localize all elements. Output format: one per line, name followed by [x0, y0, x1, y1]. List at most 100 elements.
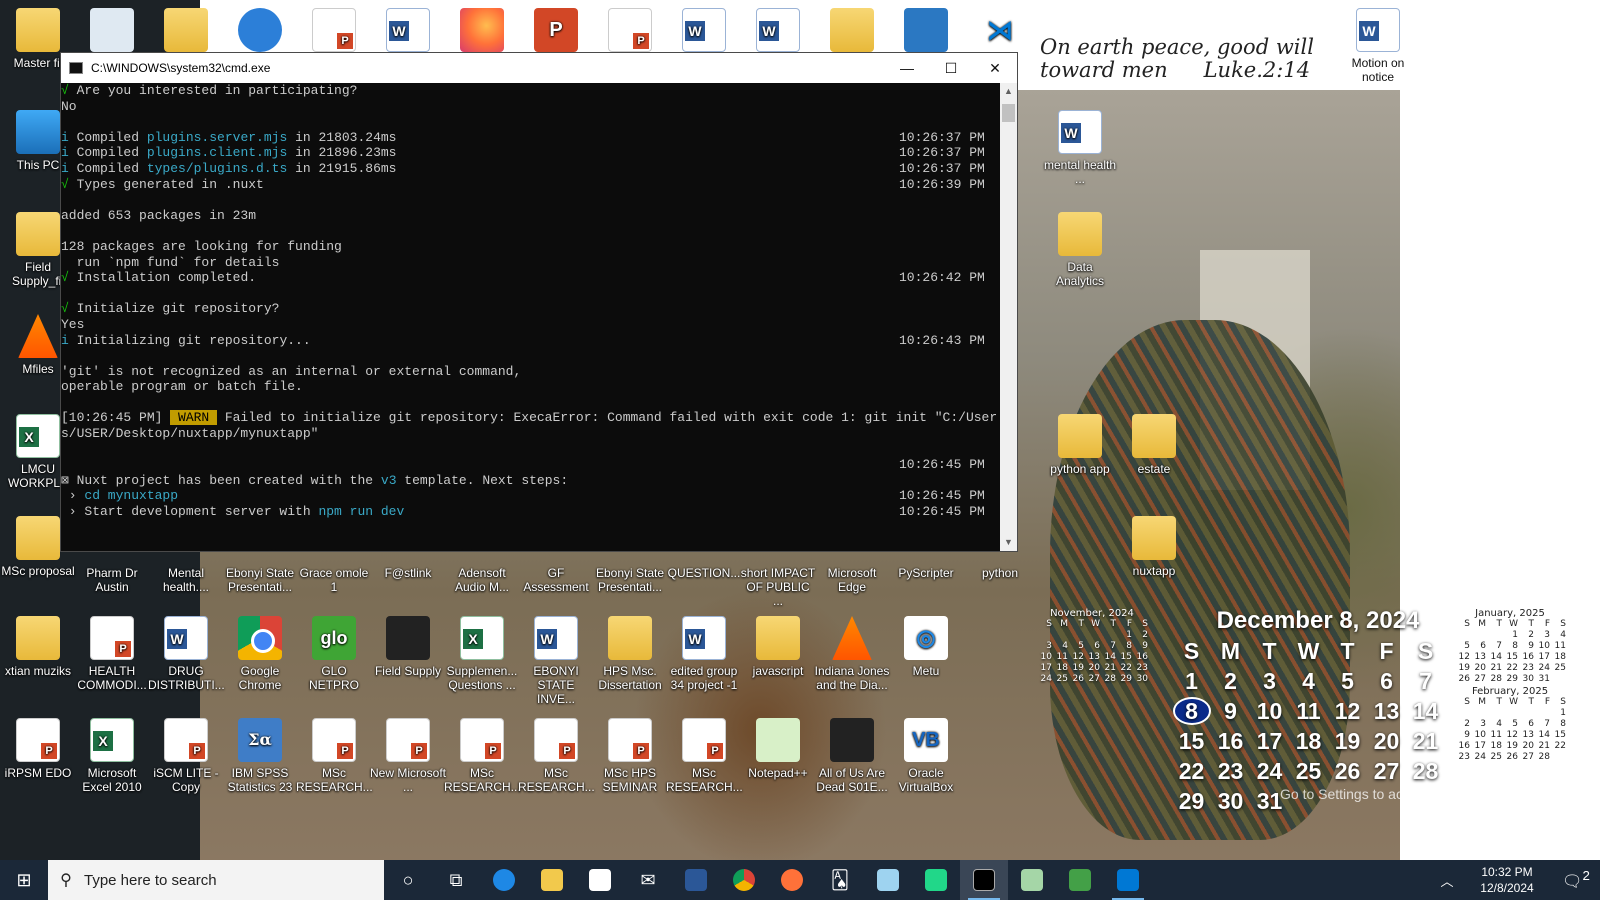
desktop-icon-xtian-muziks[interactable]: xtian muziks: [0, 616, 76, 678]
scroll-up-arrow-icon[interactable]: ▲: [1000, 83, 1017, 100]
desktop-icon-ebonyi-presentation-1[interactable]: Ebonyi State Presentati...: [222, 566, 298, 594]
taskbar-solitaire[interactable]: 🂡: [816, 860, 864, 900]
scroll-down-arrow-icon[interactable]: ▼: [1000, 534, 1017, 551]
desktop-icon-folder-top[interactable]: [148, 8, 224, 56]
scrollbar-thumb[interactable]: [1002, 104, 1015, 122]
desktop-icon-question[interactable]: QUESTION...: [666, 566, 742, 580]
desktop-icon-hps-msc-dissertation[interactable]: HPS Msc. Dissertation: [592, 616, 668, 692]
taskbar-edge[interactable]: [480, 860, 528, 900]
desktop-icon-gf-assessment[interactable]: GF Assessment: [518, 566, 594, 594]
desktop-icon-pdf-top-1[interactable]: [296, 8, 372, 56]
mini-calendar-day: 7: [1544, 719, 1550, 729]
taskbar-app-blue[interactable]: [864, 860, 912, 900]
desktop-icon-msc-research-2[interactable]: MSc RESEARCH...: [444, 718, 521, 794]
taskbar-file-explorer[interactable]: [528, 860, 576, 900]
desktop-icon-disc-setup[interactable]: [222, 8, 298, 56]
desktop-icon-iscm-lite[interactable]: iSCM LITE - Copy: [148, 718, 224, 794]
desktop-icon-notepad-plus-plus[interactable]: Notepad++: [740, 718, 816, 780]
desktop-icon-adensoft-audio[interactable]: Adensoft Audio M...: [444, 566, 520, 594]
taskbar-firefox[interactable]: [768, 860, 816, 900]
mini-calendar-day: 12: [1458, 652, 1470, 662]
desktop-icon-metu[interactable]: ◎ Metu: [888, 616, 964, 678]
desktop-icon-all-of-us-are-dead[interactable]: All of Us Are Dead S01E...: [814, 718, 890, 794]
desktop-icon-oracle-virtualbox[interactable]: VB Oracle VirtualBox: [888, 718, 964, 794]
desktop-icon-field-supply[interactable]: Field Supply: [370, 616, 446, 678]
desktop-icon-msc-research-4[interactable]: MSc RESEARCH...: [666, 718, 743, 794]
taskbar-word[interactable]: [672, 860, 720, 900]
desktop-icon-pdf-top-2[interactable]: [592, 8, 668, 56]
desktop-icon-fastlink[interactable]: F@stlink: [370, 566, 446, 580]
desktop-icon-python-app[interactable]: python app: [1042, 414, 1118, 476]
desktop-icon-label: DRUG DISTRIBUTI...: [148, 664, 225, 692]
cmd-window[interactable]: C:\WINDOWS\system32\cmd.exe — ☐ ✕ √ Are …: [60, 52, 1018, 552]
show-hidden-icons-chevron-icon[interactable]: ︿: [1432, 871, 1462, 890]
desktop-icon-data-analytics[interactable]: Data Analytics: [1042, 212, 1118, 288]
desktop-icon-microsoft-edge[interactable]: Microsoft Edge: [814, 566, 890, 594]
desktop-icon-edited-group-34[interactable]: edited group 34 project -1: [666, 616, 742, 692]
desktop-icon-mental-health[interactable]: Mental health....: [148, 566, 224, 594]
start-button[interactable]: ⊞: [0, 860, 48, 900]
desktop-icon-javascript[interactable]: javascript: [740, 616, 816, 678]
desktop-icon-word-top-1[interactable]: [370, 8, 446, 56]
desktop-icon-nuxtapp[interactable]: nuxtapp: [1116, 516, 1192, 578]
desktop-icon-folder-top-2[interactable]: [814, 8, 890, 56]
minimize-button[interactable]: —: [885, 53, 929, 83]
desktop-icon-pyscripter[interactable]: PyScripter: [888, 566, 964, 580]
desktop-icon-firefox[interactable]: [444, 8, 520, 56]
desktop-icon-calculator[interactable]: [888, 8, 964, 56]
desktop-icon-grace-omole[interactable]: Grace omole 1: [296, 566, 372, 594]
desktop-icon-vscode[interactable]: ⋊: [962, 8, 1038, 56]
taskbar-vscode[interactable]: [1104, 860, 1152, 900]
desktop-icon-label: javascript: [752, 664, 804, 678]
close-button[interactable]: ✕: [973, 53, 1017, 83]
mini-calendar-day: 17: [1474, 741, 1486, 751]
calendar-next-month-2-grid: S M T W T F S 1 2 3 4 5 6 7 8 9 10 11 12 13 14 15 16 17 18 19 20 21…: [1454, 697, 1566, 763]
notification-center-button[interactable]: 🗨2: [1552, 868, 1600, 891]
desktop-icon-powerpoint[interactable]: P: [518, 8, 594, 56]
maximize-button[interactable]: ☐: [929, 53, 973, 83]
desktop-icon-msc-hps-seminar[interactable]: MSc HPS SEMINAR: [592, 718, 668, 794]
desktop-icon-short-impact[interactable]: short IMPACT OF PUBLIC ...: [740, 566, 816, 608]
desktop-icon-label: Ebonyi State Presentati...: [225, 566, 295, 594]
warn-badge: WARN: [170, 410, 218, 426]
desktop-icon-msc-research-1[interactable]: MSc RESEARCH...: [296, 718, 373, 794]
cmd-scrollbar[interactable]: ▲ ▼: [1000, 83, 1017, 551]
desktop-icon-drug-distributi[interactable]: DRUG DISTRIBUTI...: [148, 616, 225, 692]
taskbar-cmd[interactable]: [960, 860, 1008, 900]
desktop-icon-msc-research-3[interactable]: MSc RESEARCH...: [518, 718, 595, 794]
taskbar-mail[interactable]: ✉: [624, 860, 672, 900]
desktop-icon-indiana-jones[interactable]: Indiana Jones and the Dia...: [814, 616, 890, 692]
desktop-icon-ebonyi-presentation-2[interactable]: Ebonyi State Presentati...: [592, 566, 668, 594]
cmd-console-output[interactable]: √ Are you interested in participating? No…: [61, 83, 1000, 551]
desktop-icon-motion-on-notice[interactable]: Motion on notice: [1340, 8, 1416, 84]
taskbar-pycharm[interactable]: [912, 860, 960, 900]
console-line: No: [61, 99, 1000, 115]
taskbar-chrome[interactable]: [720, 860, 768, 900]
mini-calendar-blank: [1052, 630, 1068, 641]
desktop-icon-google-chrome[interactable]: Google Chrome: [222, 616, 298, 692]
desktop-icon-irpsm-edo[interactable]: iRPSM EDO: [0, 718, 76, 780]
desktop-icon-pharm-dr-austin[interactable]: Pharm Dr Austin: [74, 566, 150, 594]
desktop-icon-python[interactable]: python: [962, 566, 1038, 580]
desktop-icon-glo-netpro[interactable]: glo GLO NETPRO: [296, 616, 372, 692]
cortana-button[interactable]: ○: [384, 860, 432, 900]
desktop-icon-word-top-3[interactable]: [740, 8, 816, 56]
taskbar-app-green[interactable]: [1056, 860, 1104, 900]
desktop-icon-excel-2010[interactable]: Microsoft Excel 2010: [74, 718, 150, 794]
task-view-button[interactable]: ⧉: [432, 860, 480, 900]
taskbar-search-box[interactable]: ⚲ Type here to search: [48, 860, 384, 900]
desktop-icon-new-microsoft[interactable]: New Microsoft ...: [370, 718, 446, 794]
taskbar-notepad[interactable]: [1008, 860, 1056, 900]
desktop-icon-word-top-2[interactable]: [666, 8, 742, 56]
desktop-icon-ebonyi-state-inve[interactable]: EBONYI STATE INVE...: [518, 616, 594, 706]
taskbar-store[interactable]: [576, 860, 624, 900]
desktop-icon-supplementary-questions[interactable]: Supplemen... Questions ...: [444, 616, 520, 692]
desktop-icon-ibm-spss[interactable]: Σα IBM SPSS Statistics 23: [222, 718, 298, 794]
desktop-icon-estate[interactable]: estate: [1116, 414, 1192, 476]
desktop-icon-recycle-bin[interactable]: [74, 8, 150, 56]
taskbar-clock[interactable]: 10:32 PM 12/8/2024: [1462, 864, 1552, 896]
chrome-icon: [733, 869, 755, 891]
cmd-titlebar[interactable]: C:\WINDOWS\system32\cmd.exe — ☐ ✕: [61, 53, 1017, 83]
desktop-icon-health-commodi[interactable]: HEALTH COMMODI...: [74, 616, 150, 692]
desktop-icon-mental-health-doc[interactable]: mental health ...: [1042, 110, 1118, 186]
